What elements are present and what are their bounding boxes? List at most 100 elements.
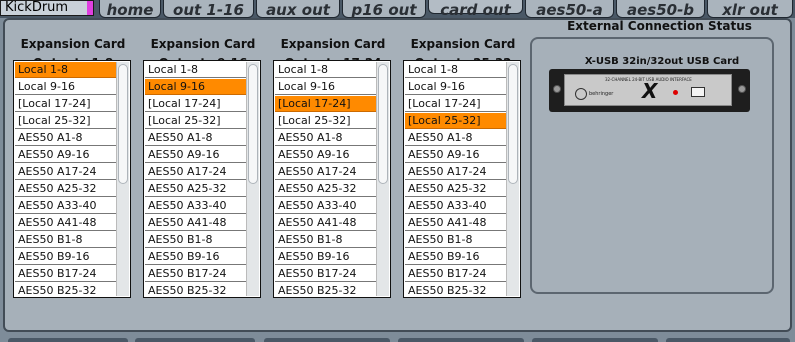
card-model-label: X-USB 32in/32out USB Card: [584, 56, 740, 67]
list-item[interactable]: AES50 A41-48: [15, 215, 116, 231]
list-item[interactable]: [Local 25-32]: [145, 113, 246, 129]
list-item[interactable]: AES50 A1-8: [405, 130, 506, 146]
list-item[interactable]: AES50 A33-40: [15, 198, 116, 214]
brand-logo-icon: [575, 88, 587, 100]
scrollbar-thumb[interactable]: [378, 64, 388, 184]
list-item[interactable]: Local 9-16: [275, 79, 376, 95]
tab-label: aes50-b: [626, 1, 695, 19]
bottom-tab[interactable]: [532, 338, 658, 342]
tab-home[interactable]: home: [99, 0, 161, 18]
tab-aes50-a[interactable]: aes50-a: [525, 0, 614, 18]
list-item[interactable]: AES50 B17-24: [405, 266, 506, 282]
screw-icon: [738, 85, 746, 93]
list-item[interactable]: AES50 B1-8: [275, 232, 376, 248]
tab-label: xlr out: [722, 1, 778, 19]
list-item[interactable]: [Local 25-32]: [405, 113, 506, 129]
list-item[interactable]: Local 9-16: [15, 79, 116, 95]
tab-aes50-b[interactable]: aes50-b: [616, 0, 705, 18]
list-item[interactable]: AES50 B1-8: [145, 232, 246, 248]
list-item[interactable]: AES50 A17-24: [145, 164, 246, 180]
bottom-tab[interactable]: [8, 338, 128, 342]
list-item[interactable]: AES50 B1-8: [405, 232, 506, 248]
bottom-tab[interactable]: [135, 338, 255, 342]
output-source-list-4[interactable]: Local 1-8 Local 9-16 [Local 17-24] [Local 2…: [403, 60, 521, 298]
list-item[interactable]: AES50 A1-8: [275, 130, 376, 146]
list-item[interactable]: Local 1-8: [405, 62, 506, 78]
scrollbar[interactable]: [376, 62, 389, 296]
scrollbar-thumb[interactable]: [248, 64, 258, 184]
list-item[interactable]: AES50 A25-32: [15, 181, 116, 197]
list-item[interactable]: [Local 17-24]: [275, 96, 376, 112]
list-item[interactable]: [Local 17-24]: [405, 96, 506, 112]
list-item[interactable]: AES50 A9-16: [15, 147, 116, 163]
list-item[interactable]: AES50 A33-40: [405, 198, 506, 214]
scrollbar-thumb[interactable]: [118, 64, 128, 184]
list-item[interactable]: Local 9-16: [145, 79, 246, 95]
list-item[interactable]: AES50 B25-32: [145, 283, 246, 297]
list-item[interactable]: AES50 B9-16: [275, 249, 376, 265]
tab-label: aux out: [266, 1, 330, 19]
list-item[interactable]: Local 9-16: [405, 79, 506, 95]
list-item[interactable]: AES50 A9-16: [405, 147, 506, 163]
list-item[interactable]: [Local 25-32]: [15, 113, 116, 129]
tab-out-1-16[interactable]: out 1-16: [163, 0, 254, 18]
list-item[interactable]: AES50 A41-48: [275, 215, 376, 231]
scrollbar[interactable]: [246, 62, 259, 296]
status-led-icon: [673, 90, 678, 95]
scrollbar[interactable]: [506, 62, 519, 296]
tab-label: home: [106, 1, 154, 19]
card-logo-text: X: [642, 79, 658, 103]
usb-card-image: 32-CHANNEL 24-BIT USB AUDIO INTERFACE be…: [549, 69, 750, 112]
list-item[interactable]: Local 1-8: [145, 62, 246, 78]
channel-color-marker: [87, 1, 93, 15]
list-item[interactable]: [Local 25-32]: [275, 113, 376, 129]
list-item[interactable]: AES50 A9-16: [145, 147, 246, 163]
column-title-line: Expansion Card: [20, 37, 126, 51]
external-connection-title: External Connection Status: [567, 19, 752, 33]
list-item[interactable]: AES50 A9-16: [275, 147, 376, 163]
output-source-list-1[interactable]: Local 1-8 Local 9-16 [Local 17-24] [Local 2…: [13, 60, 131, 298]
list-item[interactable]: AES50 A33-40: [275, 198, 376, 214]
list-item[interactable]: [Local 17-24]: [15, 96, 116, 112]
list-item[interactable]: Local 1-8: [275, 62, 376, 78]
output-source-list-2[interactable]: Local 1-8 Local 9-16 [Local 17-24] [Local 2…: [143, 60, 261, 298]
tab-p16-out[interactable]: p16 out: [342, 0, 426, 18]
tab-xlr-out[interactable]: xlr out: [707, 0, 793, 18]
list-item[interactable]: AES50 A25-32: [145, 181, 246, 197]
list-item[interactable]: AES50 B17-24: [275, 266, 376, 282]
list-item[interactable]: AES50 B9-16: [15, 249, 116, 265]
list-item[interactable]: AES50 A25-32: [275, 181, 376, 197]
list-item[interactable]: AES50 A17-24: [275, 164, 376, 180]
list-item[interactable]: AES50 A1-8: [145, 130, 246, 146]
output-source-list-3[interactable]: Local 1-8 Local 9-16 [Local 17-24] [Local 2…: [273, 60, 391, 298]
list-item[interactable]: AES50 A25-32: [405, 181, 506, 197]
column-title-line: Expansion Card: [150, 37, 256, 51]
scrollbar[interactable]: [116, 62, 129, 296]
bottom-tab[interactable]: [398, 338, 524, 342]
list-item[interactable]: AES50 B9-16: [405, 249, 506, 265]
list-item[interactable]: AES50 A17-24: [15, 164, 116, 180]
list-item[interactable]: AES50 B1-8: [15, 232, 116, 248]
list-item[interactable]: [Local 17-24]: [145, 96, 246, 112]
scrollbar-thumb[interactable]: [508, 64, 518, 184]
list-item[interactable]: Local 1-8: [15, 62, 116, 78]
list-item[interactable]: AES50 A41-48: [145, 215, 246, 231]
card-brand: behringer: [589, 91, 614, 97]
bottom-tab[interactable]: [264, 338, 390, 342]
list-item[interactable]: AES50 A17-24: [405, 164, 506, 180]
list-item[interactable]: AES50 B17-24: [145, 266, 246, 282]
list-item[interactable]: AES50 B25-32: [15, 283, 116, 297]
list-item[interactable]: AES50 B25-32: [405, 283, 506, 297]
list-item[interactable]: AES50 A1-8: [15, 130, 116, 146]
tab-label: aes50-a: [536, 1, 603, 19]
list-item[interactable]: AES50 B9-16: [145, 249, 246, 265]
tab-aux-out[interactable]: aux out: [256, 0, 340, 18]
column-title-line: Expansion Card: [280, 37, 386, 51]
list-item[interactable]: AES50 B17-24: [15, 266, 116, 282]
list-item[interactable]: AES50 A33-40: [145, 198, 246, 214]
tab-card-out[interactable]: card out: [428, 0, 523, 18]
list-item[interactable]: AES50 A41-48: [405, 215, 506, 231]
bottom-tab[interactable]: [666, 338, 790, 342]
list-item[interactable]: AES50 B25-32: [275, 283, 376, 297]
top-tab-bar: KickDrum home out 1-16 aux out p16 out c…: [0, 0, 795, 18]
